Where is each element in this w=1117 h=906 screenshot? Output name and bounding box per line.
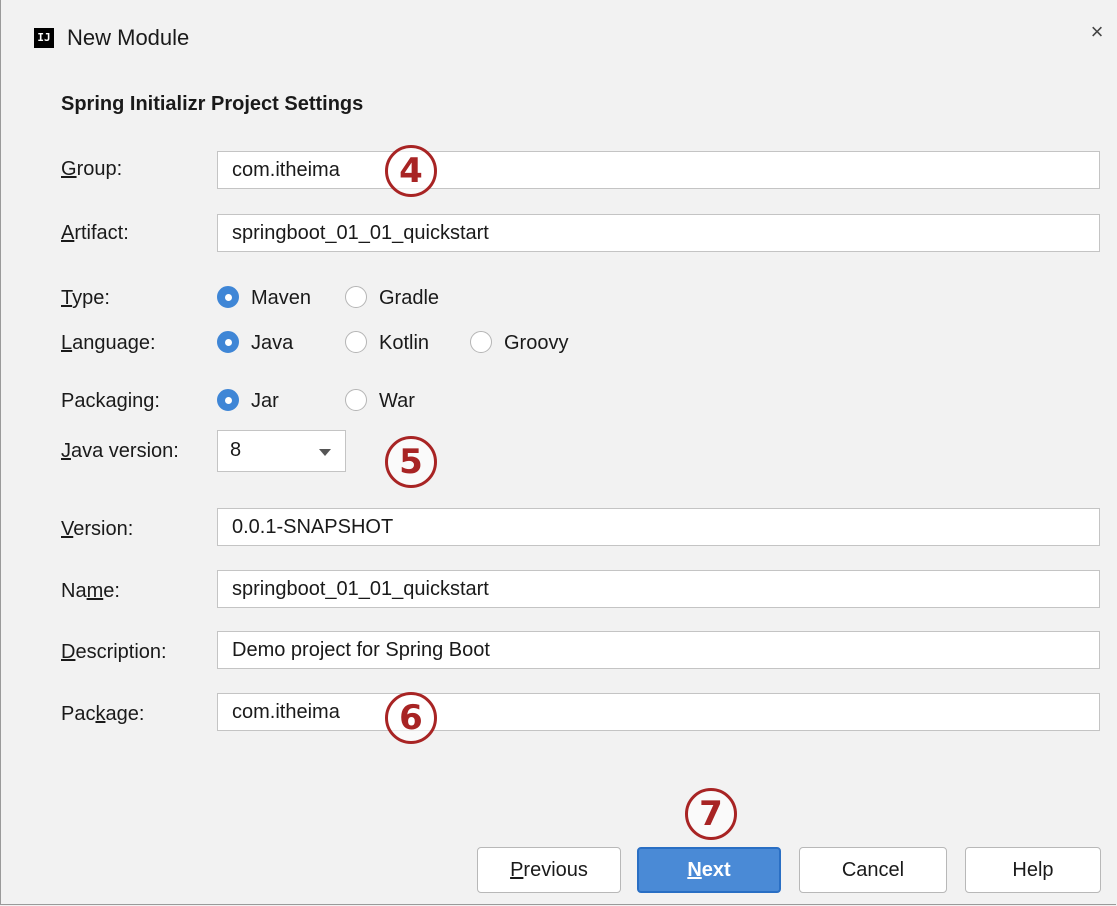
previous-button[interactable]: Previous [477, 847, 621, 893]
step-marker-7: 7 [685, 788, 737, 840]
intellij-app-icon: IJ [34, 28, 54, 48]
step-marker-4: 4 [385, 145, 437, 197]
artifact-label: Artifact: [61, 222, 129, 244]
description-input[interactable]: Demo project for Spring Boot [217, 631, 1100, 669]
language-label: Language: [61, 332, 156, 354]
packaging-label: Packaging: [61, 390, 160, 412]
new-module-dialog: IJ New Module × Spring Initializr Projec… [0, 0, 1116, 905]
close-icon[interactable]: × [1084, 19, 1110, 45]
description-label: Description: [61, 641, 167, 663]
section-title: Spring Initializr Project Settings [61, 93, 364, 115]
next-button[interactable]: Next [637, 847, 781, 893]
name-label: Name: [61, 580, 120, 602]
version-label: Version: [61, 518, 134, 540]
title-bar[interactable]: IJ New Module × [1, 0, 1116, 78]
help-button[interactable]: Help [965, 847, 1101, 893]
package-input[interactable]: com.itheima [217, 693, 1100, 731]
package-label: Package: [61, 703, 145, 725]
name-input[interactable]: springboot_01_01_quickstart [217, 570, 1100, 608]
version-input[interactable]: 0.0.1-SNAPSHOT [217, 508, 1100, 546]
artifact-input[interactable]: springboot_01_01_quickstart [217, 214, 1100, 252]
java-version-select[interactable]: 8 [217, 430, 346, 472]
java-version-value: 8 [230, 439, 242, 461]
window-title: New Module [67, 25, 190, 50]
type-label: Type: [61, 287, 110, 309]
group-label: Group: [61, 158, 123, 180]
chevron-down-icon [319, 449, 331, 456]
step-marker-6: 6 [385, 692, 437, 744]
group-input[interactable]: com.itheima [217, 151, 1100, 189]
cancel-button[interactable]: Cancel [799, 847, 947, 893]
step-marker-5: 5 [385, 436, 437, 488]
java-version-label: Java version: [61, 440, 179, 462]
